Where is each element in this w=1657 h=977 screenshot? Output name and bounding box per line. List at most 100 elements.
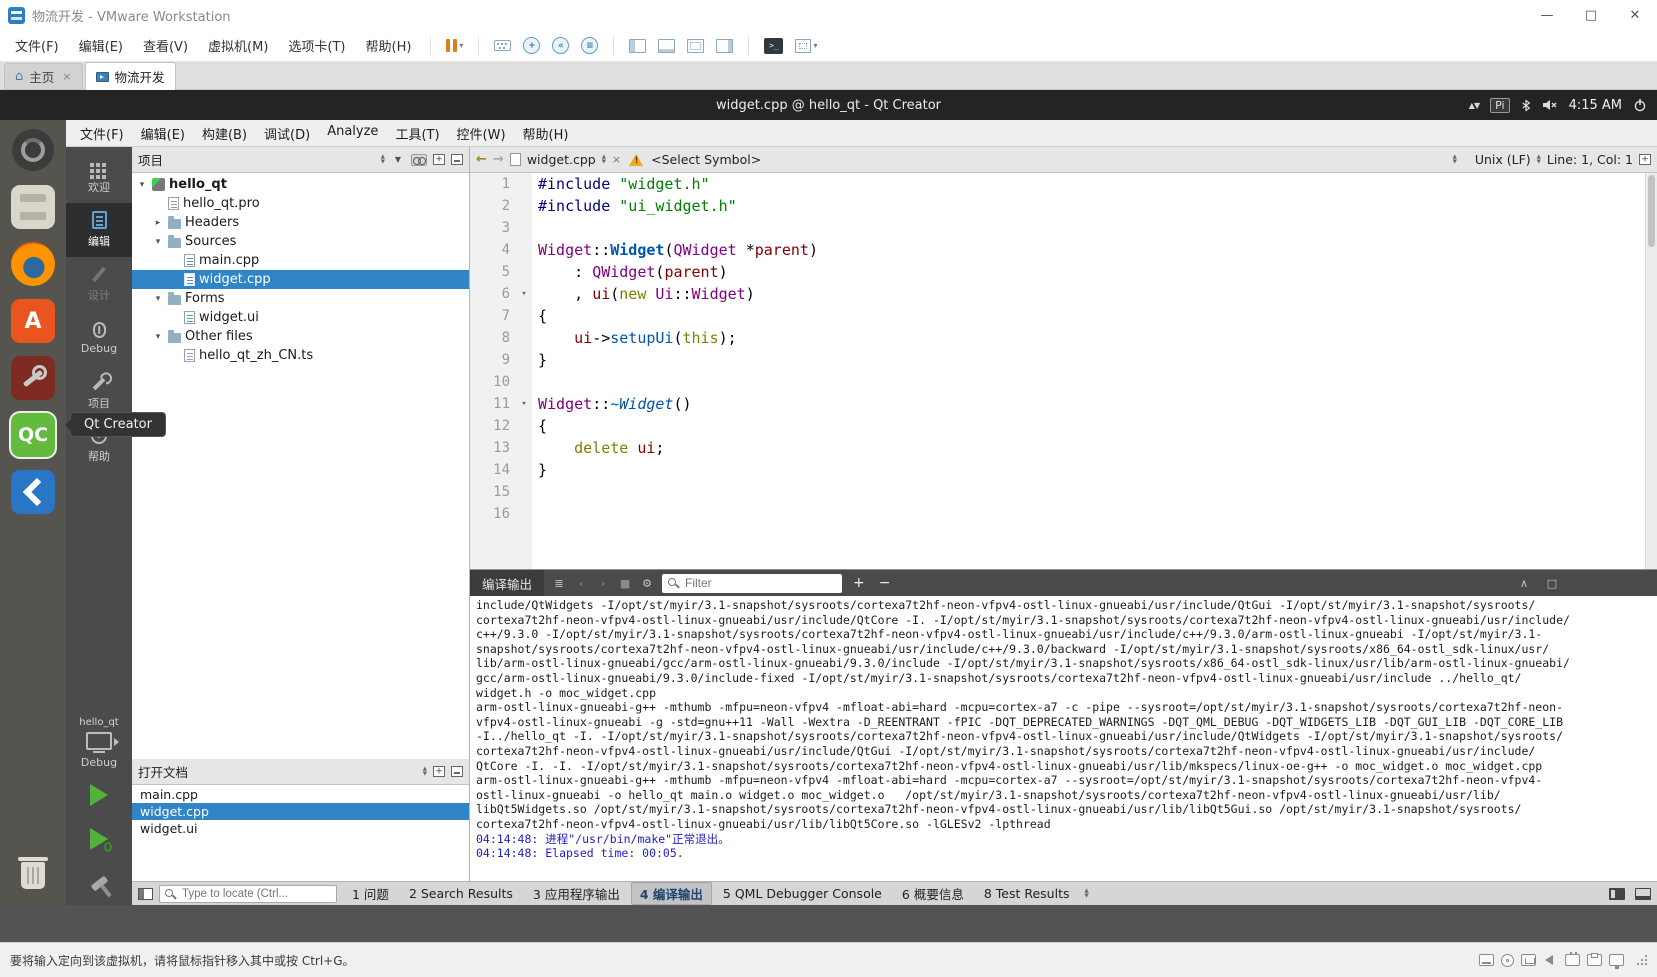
network-device-icon[interactable] xyxy=(1521,954,1536,966)
tree-item[interactable]: hello_qt_zh_CN.ts xyxy=(132,346,469,365)
warning-icon[interactable] xyxy=(629,154,643,166)
open-document-item[interactable]: widget.ui xyxy=(132,820,469,837)
input-method-indicator[interactable]: Pi xyxy=(1490,98,1509,113)
qtcreator-menu-item[interactable]: 调试(D) xyxy=(256,121,318,146)
panel-combo-icon[interactable] xyxy=(423,767,427,777)
power-menu-icon[interactable] xyxy=(1633,98,1647,112)
close-document-icon[interactable]: × xyxy=(612,153,621,166)
fullscreen-button[interactable]: ▾ xyxy=(790,36,822,56)
output-filter-box[interactable] xyxy=(662,574,842,593)
qtcreator-menu-item[interactable]: 编辑(E) xyxy=(133,121,193,146)
next-item-icon[interactable]: › xyxy=(596,577,610,590)
locator-input[interactable] xyxy=(180,887,331,901)
volume-muted-icon[interactable] xyxy=(1542,98,1558,112)
tree-item[interactable]: Other files xyxy=(132,327,469,346)
dock-firefox-button[interactable] xyxy=(9,240,57,288)
symbol-selector[interactable]: <Select Symbol> xyxy=(651,152,1469,167)
zoom-in-icon[interactable]: + xyxy=(850,575,868,591)
chevron-down-icon[interactable] xyxy=(152,294,164,304)
vmware-menu-item[interactable]: 文件(F) xyxy=(6,32,68,59)
split-editor-icon[interactable] xyxy=(1639,154,1651,165)
fold-marker-icon[interactable] xyxy=(516,283,532,305)
close-panel-icon[interactable] xyxy=(451,766,463,777)
zoom-out-icon[interactable]: − xyxy=(876,575,894,591)
document-combo-icon[interactable] xyxy=(602,155,606,165)
output-filter-input[interactable] xyxy=(683,575,836,591)
toggle-bottom-panel-icon[interactable] xyxy=(1635,888,1651,900)
code-editor[interactable]: 1#include "widget.h"2#include "ui_widget… xyxy=(470,173,1657,569)
display-device-icon[interactable] xyxy=(1609,954,1624,966)
output-tab-button[interactable]: 2 Search Results xyxy=(400,884,522,903)
suspend-vm-button[interactable]: ▾ xyxy=(441,36,468,55)
output-tabs-combo-icon[interactable] xyxy=(1084,889,1088,899)
qtcreator-menu-item[interactable]: 构建(B) xyxy=(194,121,255,146)
fit-guest-button[interactable] xyxy=(682,36,709,56)
dock-trash-button[interactable] xyxy=(9,851,57,899)
open-document-item[interactable]: widget.cpp xyxy=(132,803,469,820)
toggle-library-button[interactable] xyxy=(624,36,651,56)
open-console-button[interactable]: >_ xyxy=(759,35,788,57)
tree-item[interactable]: hello_qt xyxy=(132,175,469,194)
mode-welcome[interactable]: 欢迎 xyxy=(66,149,132,203)
chevron-down-icon[interactable] xyxy=(152,332,164,342)
document-tab-label[interactable]: widget.cpp xyxy=(527,152,596,167)
locator-box[interactable] xyxy=(159,885,337,903)
chevron-down-icon[interactable] xyxy=(152,237,164,247)
minimize-button[interactable]: — xyxy=(1525,0,1569,30)
mode-design[interactable]: 设计 xyxy=(66,257,132,311)
hdd-device-icon[interactable] xyxy=(1479,954,1494,966)
scrollbar-thumb[interactable] xyxy=(1648,175,1655,247)
qtcreator-menu-item[interactable]: 工具(T) xyxy=(387,121,447,146)
tab-home[interactable]: ⌂ 主页 × xyxy=(4,63,83,89)
previous-item-icon[interactable]: ‹ xyxy=(574,577,588,590)
tab-vm[interactable]: 物流开发 xyxy=(85,62,176,90)
filter-icon[interactable] xyxy=(391,155,405,164)
close-button[interactable]: ✕ xyxy=(1613,0,1657,30)
mode-projects[interactable]: 项目 xyxy=(66,365,132,419)
vmware-menu-item[interactable]: 查看(V) xyxy=(134,32,197,59)
compile-output-text[interactable]: include/QtWidgets -I/opt/st/myir/3.1-sna… xyxy=(470,596,1657,881)
chevron-down-icon[interactable] xyxy=(136,180,148,190)
cdrom-device-icon[interactable] xyxy=(1501,954,1514,967)
navigate-forward-icon[interactable]: → xyxy=(493,152,504,167)
tab-close-icon[interactable]: × xyxy=(62,70,71,83)
qtcreator-menu-item[interactable]: Analyze xyxy=(319,121,386,146)
split-panel-icon[interactable] xyxy=(433,766,445,777)
revert-snapshot-button[interactable]: « xyxy=(547,34,574,57)
sync-with-editor-icon[interactable] xyxy=(411,154,427,166)
output-tab-button[interactable]: 4 编译输出 xyxy=(631,882,712,905)
mode-debug[interactable]: Debug xyxy=(66,311,132,365)
output-tab-button[interactable]: 6 概要信息 xyxy=(893,882,973,905)
run-button[interactable] xyxy=(66,773,132,817)
qtcreator-menu-item[interactable]: 文件(F) xyxy=(72,121,132,146)
maximize-button[interactable]: □ xyxy=(1569,0,1613,30)
output-tab-button[interactable]: 3 应用程序输出 xyxy=(524,882,629,905)
dock-system-tools-button[interactable] xyxy=(9,354,57,402)
tree-item[interactable]: widget.cpp xyxy=(132,270,469,289)
navigate-back-icon[interactable]: ← xyxy=(476,152,487,167)
clock[interactable]: 4:15 AM xyxy=(1569,98,1622,113)
sound-device-icon[interactable] xyxy=(1543,954,1558,966)
send-ctrl-alt-del-button[interactable] xyxy=(489,37,516,54)
tree-item[interactable]: Forms xyxy=(132,289,469,308)
vmware-menu-item[interactable]: 虚拟机(M) xyxy=(199,32,277,59)
take-snapshot-button[interactable]: + xyxy=(518,34,545,57)
resize-grip[interactable] xyxy=(1637,955,1647,965)
open-document-item[interactable]: main.cpp xyxy=(132,786,469,803)
qtcreator-menu-item[interactable]: 帮助(H) xyxy=(515,121,577,146)
printer-device-icon[interactable] xyxy=(1587,954,1602,966)
qtcreator-menu-item[interactable]: 控件(W) xyxy=(449,121,514,146)
tree-item[interactable]: Headers xyxy=(132,213,469,232)
output-tab-button[interactable]: 1 问题 xyxy=(343,882,398,905)
maximize-output-icon[interactable]: □ xyxy=(1545,577,1559,590)
settings-gear-icon[interactable]: ⚙ xyxy=(640,577,654,590)
build-kit-selector[interactable]: hello_qtDebug xyxy=(66,713,132,773)
chevron-right-icon[interactable] xyxy=(152,218,164,228)
split-panel-icon[interactable] xyxy=(433,154,445,165)
tree-item[interactable]: hello_qt.pro xyxy=(132,194,469,213)
manage-snapshots-button[interactable]: ≡ xyxy=(576,34,603,57)
build-button[interactable] xyxy=(66,861,132,905)
vmware-menu-item[interactable]: 选项卡(T) xyxy=(279,32,354,59)
editor-scrollbar[interactable] xyxy=(1645,173,1657,569)
vmware-menu-item[interactable]: 帮助(H) xyxy=(357,32,421,59)
